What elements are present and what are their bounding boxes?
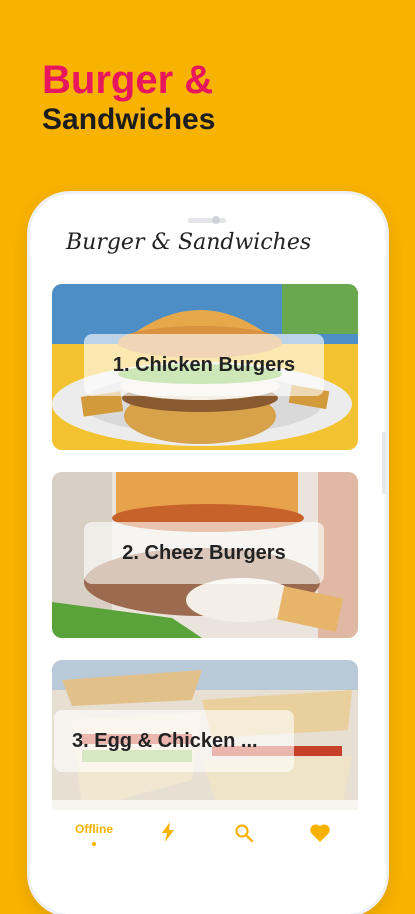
search-icon bbox=[235, 824, 254, 843]
card-label: 2. Cheez Burgers bbox=[84, 522, 324, 584]
tab-trending[interactable] bbox=[160, 822, 176, 842]
promo-title: Burger & bbox=[42, 58, 214, 102]
promo-heading: Burger & Sandwiches bbox=[42, 58, 215, 138]
tab-search[interactable] bbox=[234, 823, 254, 843]
heart-icon bbox=[310, 824, 330, 842]
promo-subtitle: Sandwiches bbox=[42, 103, 216, 136]
phone-speaker bbox=[188, 218, 226, 223]
tab-offline-label: Offline bbox=[75, 822, 113, 836]
active-tab-indicator bbox=[92, 842, 96, 846]
phone-camera bbox=[212, 216, 220, 224]
card-label: 3. Egg & Chicken ... bbox=[54, 710, 294, 772]
bolt-icon bbox=[162, 822, 174, 842]
bottom-tab-bar: Offline bbox=[30, 810, 386, 870]
phone-side-button bbox=[382, 432, 386, 494]
recipe-card-chicken-burgers[interactable]: 1. Chicken Burgers bbox=[52, 284, 358, 450]
tab-favorites[interactable] bbox=[309, 823, 331, 843]
tab-offline[interactable]: Offline bbox=[75, 822, 113, 846]
phone-frame: Burger & Sandwiches 1. Chicken Burgers 2… bbox=[30, 194, 386, 914]
card-label: 1. Chicken Burgers bbox=[84, 334, 324, 396]
app-title: Burger & Sandwiches bbox=[66, 230, 312, 255]
recipe-card-cheez-burgers[interactable]: 2. Cheez Burgers bbox=[52, 472, 358, 638]
recipe-card-egg-chicken[interactable]: 3. Egg & Chicken ... bbox=[52, 660, 358, 826]
